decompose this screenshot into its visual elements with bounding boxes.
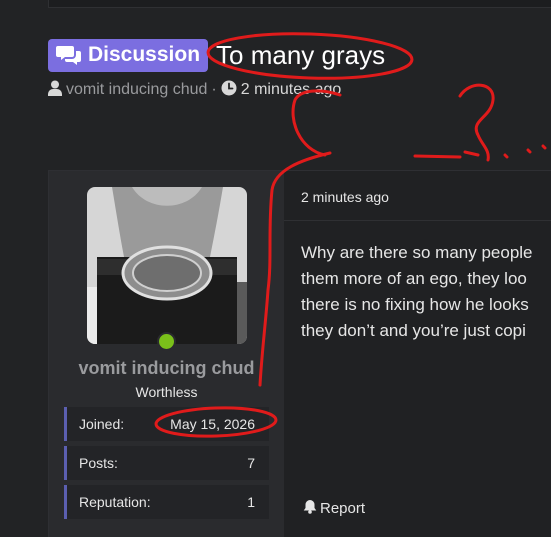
stat-label: Joined: bbox=[79, 416, 125, 432]
post-body-line: them more of an ego, they loo bbox=[301, 269, 527, 288]
post-body: Why are there so many people them more o… bbox=[301, 240, 551, 344]
thread-title: To many grays bbox=[216, 39, 386, 70]
post-header-divider bbox=[284, 220, 551, 221]
thread-author-link[interactable]: vomit inducing chud bbox=[66, 81, 207, 99]
stat-value: 7 bbox=[247, 455, 255, 471]
post-timestamp[interactable]: 2 minutes ago bbox=[301, 189, 389, 205]
clock-icon bbox=[221, 80, 237, 101]
thread-header: Discussion To many grays bbox=[48, 38, 385, 72]
user-icon bbox=[48, 80, 62, 101]
question-dots-annotation bbox=[413, 150, 480, 159]
comments-icon bbox=[56, 44, 82, 66]
thread-meta: vomit inducing chud · 2 minutes ago bbox=[48, 80, 341, 100]
question-mark-annotation bbox=[458, 83, 495, 162]
discussion-badge[interactable]: Discussion bbox=[48, 38, 209, 72]
report-button[interactable]: Report bbox=[303, 499, 365, 518]
post-body-line: Why are there so many people bbox=[301, 243, 533, 262]
post-body-line: they don’t and you’re just copi bbox=[301, 321, 526, 340]
post-body-line: there is no fixing how he looks bbox=[301, 295, 529, 314]
report-label: Report bbox=[320, 500, 366, 517]
stat-label: Posts: bbox=[79, 455, 118, 471]
stat-label: Reputation: bbox=[79, 494, 151, 510]
meta-separator: · bbox=[211, 81, 217, 98]
author-rank: Worthless bbox=[135, 384, 198, 400]
stat-posts: Posts: 7 bbox=[64, 446, 269, 480]
thread-time[interactable]: 2 minutes ago bbox=[241, 81, 342, 99]
author-username[interactable]: vomit inducing chud bbox=[49, 358, 284, 379]
badge-label: Discussion bbox=[88, 43, 201, 66]
stat-value: 1 bbox=[247, 494, 255, 510]
arrow-hook-annotation bbox=[291, 89, 342, 157]
stat-reputation: Reputation: 1 bbox=[64, 485, 269, 519]
previous-post-footer bbox=[48, 0, 551, 8]
bell-icon bbox=[303, 499, 317, 518]
online-status-indicator bbox=[157, 332, 176, 351]
stat-joined: Joined: May 15, 2026 bbox=[64, 407, 269, 441]
avatar[interactable] bbox=[87, 187, 247, 344]
stat-value: May 15, 2026 bbox=[170, 416, 255, 432]
